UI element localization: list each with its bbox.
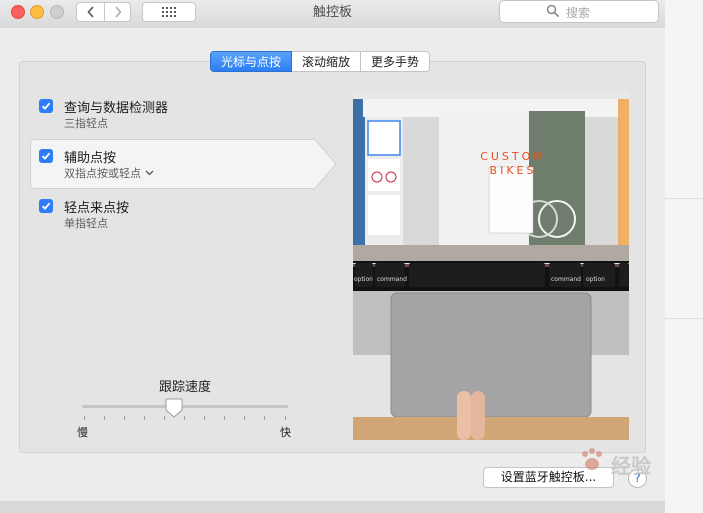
slider-tick <box>224 416 225 420</box>
slider-tick <box>104 416 105 420</box>
tracking-speed-slider[interactable] <box>82 405 288 408</box>
trackpad-preferences-window: 触控板 搜索 光标与点按 滚动缩放 更多手势 查询与数据检测器 三指轻点 辅助点… <box>0 0 665 513</box>
search-placeholder: 搜索 <box>566 6 591 20</box>
divider <box>665 198 703 199</box>
gesture-preview-video: CUSTOM BIKES option command command opti… <box>353 91 629 440</box>
option-label: 辅助点按 <box>64 151 117 166</box>
option-sublabel: 双指点按或轻点 <box>64 167 141 180</box>
slider-min-label: 慢 <box>77 426 88 439</box>
title-bar: 触控板 搜索 <box>0 0 665 28</box>
tab-more-gestures[interactable]: 更多手势 <box>361 51 431 72</box>
tap-to-click-checkbox[interactable] <box>39 199 53 213</box>
tracking-speed-title: 跟踪速度 <box>158 380 211 395</box>
watermark-paw-icon <box>582 448 602 470</box>
slider-tick <box>124 416 125 420</box>
option-lookup[interactable]: 查询与数据检测器 三指轻点 <box>39 97 299 131</box>
search-icon <box>546 4 560 18</box>
option-label: 查询与数据检测器 <box>64 101 169 116</box>
option-key-left: option <box>354 276 373 283</box>
command-key-right: command <box>551 276 581 283</box>
preview-banner-text: CUSTOM BIKES <box>480 150 546 177</box>
divider <box>665 318 703 319</box>
checkmark-icon <box>41 152 51 160</box>
lookup-checkbox[interactable] <box>39 99 53 113</box>
slider-tick <box>285 416 286 420</box>
watermark: 经验 <box>575 436 675 486</box>
search-field[interactable]: 搜索 <box>499 0 659 23</box>
tab-bar: 光标与点按 滚动缩放 更多手势 <box>210 51 431 72</box>
chevron-down-icon <box>145 170 154 176</box>
secondary-click-popup[interactable]: 双指点按或轻点 <box>64 165 154 181</box>
slider-tick <box>84 416 85 420</box>
checkmark-icon <box>41 202 51 210</box>
option-key-right: option <box>586 276 605 283</box>
slider-tick <box>144 416 145 420</box>
option-secondary-click[interactable]: 辅助点按 双指点按或轻点 <box>39 147 299 181</box>
checkmark-icon <box>41 102 51 110</box>
option-label: 轻点来点按 <box>64 201 130 216</box>
tab-scroll-zoom[interactable]: 滚动缩放 <box>292 51 362 72</box>
slider-max-label: 快 <box>280 426 291 439</box>
option-sublabel: 三指轻点 <box>64 117 108 130</box>
slider-tick <box>204 416 205 420</box>
option-sublabel: 单指轻点 <box>64 217 108 230</box>
command-key-left: command <box>377 276 407 283</box>
option-tap-to-click[interactable]: 轻点来点按 单指轻点 <box>39 197 299 231</box>
window-bottom-edge <box>0 501 665 513</box>
secondary-click-checkbox[interactable] <box>39 149 53 163</box>
slider-knob[interactable] <box>165 398 183 418</box>
watermark-text: 经验 <box>611 454 651 478</box>
slider-tick <box>244 416 245 420</box>
slider-tick <box>264 416 265 420</box>
tab-point-click[interactable]: 光标与点按 <box>210 51 293 72</box>
slider-tick <box>184 416 185 420</box>
